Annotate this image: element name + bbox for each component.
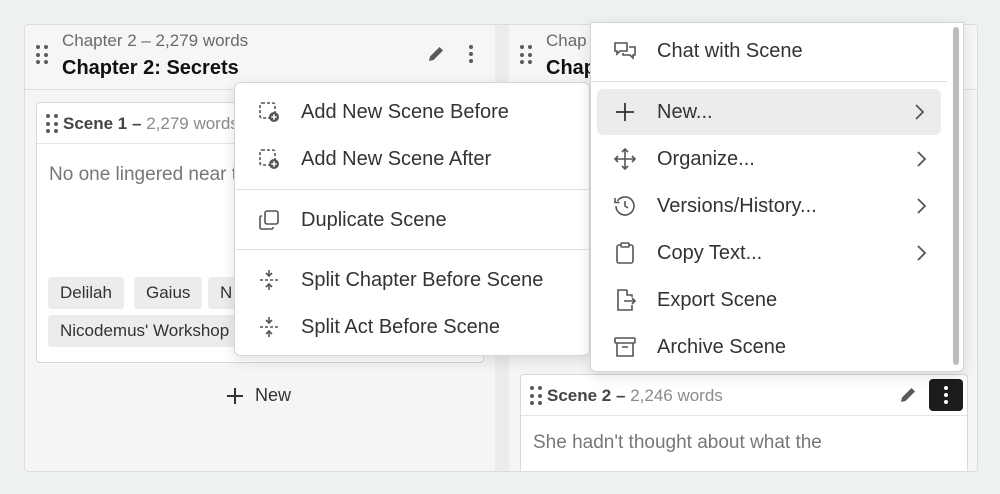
clipboard-icon [616, 242, 634, 264]
menu-scrollbar[interactable] [953, 27, 959, 365]
menu-item-chat-with-scene[interactable]: Chat with Scene [591, 28, 963, 74]
scene-number: Scene 1 – [63, 114, 142, 133]
chevron-right-icon [915, 104, 925, 120]
scene-actions-menu: Chat with Scene New... Organize... Versi… [590, 22, 964, 372]
pencil-icon[interactable] [423, 41, 449, 67]
chevron-right-icon [917, 151, 927, 167]
tag-gaius[interactable]: Gaius [134, 277, 203, 309]
menu-item-versions-history[interactable]: Versions/History... [591, 183, 947, 229]
chevron-right-icon [917, 245, 927, 261]
menu-item-organize[interactable]: Organize... [591, 136, 947, 182]
scene-word-count: 2,279 words [146, 114, 239, 133]
menu-separator [235, 189, 589, 190]
duplicate-icon [259, 210, 279, 230]
pencil-icon[interactable] [895, 382, 921, 408]
chapter-title[interactable]: Chap [546, 57, 596, 80]
more-vertical-icon[interactable] [458, 41, 484, 67]
menu-item-new[interactable]: New... [597, 89, 941, 135]
export-icon [617, 289, 637, 311]
scene-context-menu: Add New Scene Before Add New Scene After… [234, 82, 590, 356]
menu-item-split-act[interactable]: Split Act Before Scene [235, 304, 589, 350]
menu-item-copy-text[interactable]: Copy Text... [591, 230, 947, 276]
menu-separator [591, 81, 947, 82]
move-icon [613, 147, 637, 171]
scene-word-count: 2,246 words [630, 386, 723, 405]
split-icon [260, 270, 278, 290]
more-vertical-icon[interactable] [929, 379, 963, 411]
chevron-right-icon [917, 198, 927, 214]
drag-handle-icon[interactable] [520, 45, 532, 65]
menu-item-add-scene-after[interactable]: Add New Scene After [235, 136, 589, 182]
plus-icon [227, 387, 243, 404]
menu-item-duplicate-scene[interactable]: Duplicate Scene [235, 197, 589, 243]
menu-separator [235, 249, 589, 250]
scene-number: Scene 2 – [547, 386, 626, 405]
chapter-header: Chapter 2 – 2,279 words Chapter 2: Secre… [25, 25, 495, 90]
new-scene-label: New [255, 385, 292, 405]
history-icon [614, 196, 635, 216]
scene-card[interactable]: Scene 2 – 2,246 words She hadn't thought… [520, 374, 968, 471]
scene-header: Scene 2 – 2,246 words [521, 375, 967, 416]
plus-icon [616, 103, 634, 121]
add-scene-icon [259, 149, 279, 169]
scene-title: Scene 2 – 2,246 words [547, 386, 723, 406]
scene-text: She hadn't thought about what the [533, 432, 822, 453]
menu-item-export-scene[interactable]: Export Scene [591, 277, 963, 323]
chapter-meta: Chap [546, 31, 587, 50]
drag-handle-icon[interactable] [46, 114, 58, 134]
chapter-meta: Chapter 2 – 2,279 words [62, 31, 249, 50]
drag-handle-icon[interactable] [36, 45, 48, 65]
chat-icon [614, 42, 636, 60]
chapter-title[interactable]: Chapter 2: Secrets [62, 57, 239, 80]
new-scene-button[interactable]: New [225, 385, 291, 406]
split-icon [260, 317, 278, 337]
tag-nicodemus-workshop[interactable]: Nicodemus' Workshop [48, 315, 242, 347]
drag-handle-icon[interactable] [530, 386, 542, 406]
scene-title: Scene 1 – 2,279 words [63, 114, 239, 134]
menu-item-add-scene-before[interactable]: Add New Scene Before [235, 89, 589, 135]
add-scene-icon [259, 102, 279, 122]
tag-delilah[interactable]: Delilah [48, 277, 124, 309]
menu-item-split-chapter[interactable]: Split Chapter Before Scene [235, 257, 589, 303]
archive-icon [614, 337, 636, 357]
menu-item-archive-scene[interactable]: Archive Scene [591, 324, 963, 370]
